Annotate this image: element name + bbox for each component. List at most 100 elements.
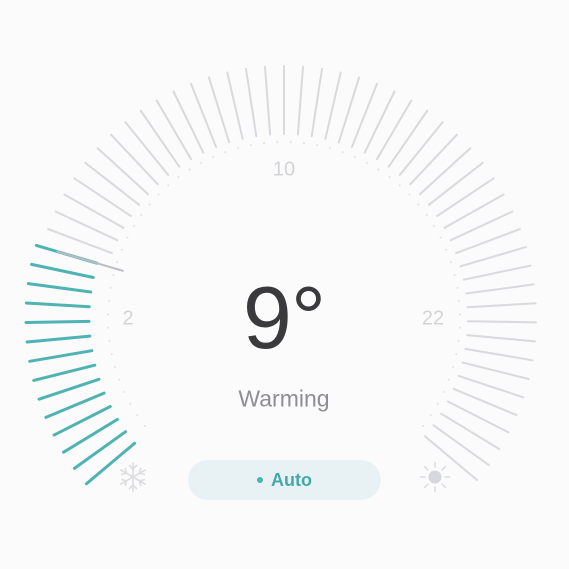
dial-tick <box>398 121 444 176</box>
mode-dot-icon <box>257 477 263 483</box>
dial-tick <box>409 133 458 186</box>
dial-tick <box>440 412 501 450</box>
dial-minor-dot <box>110 353 113 356</box>
dial-tick <box>310 67 323 138</box>
dial-tick <box>84 161 140 206</box>
dial-tick <box>467 320 537 324</box>
dial-minor-dot <box>157 193 160 196</box>
dial-minor-dot <box>107 313 109 316</box>
dial-tick-active <box>26 282 93 294</box>
snowflake-icon[interactable] <box>116 460 150 494</box>
dial-tick <box>296 65 304 136</box>
dial-minor-dot <box>123 390 126 393</box>
dial-tick <box>96 147 149 196</box>
dial-tick <box>245 67 258 138</box>
dial-tick <box>465 283 535 295</box>
dial-minor-dot <box>120 248 123 251</box>
dial-minor-dot <box>249 144 252 147</box>
sun-ray <box>423 465 429 471</box>
dial-tick <box>428 161 484 206</box>
dial-minor-dot <box>408 193 411 196</box>
dial-minor-dot <box>449 261 452 264</box>
dial-tick <box>446 400 510 434</box>
dial-minor-dot <box>129 402 132 405</box>
dial-minor-dot <box>237 147 239 150</box>
dial-tick-active <box>24 319 91 324</box>
sun-ray <box>441 483 447 489</box>
dial-minor-dot <box>316 144 319 147</box>
dial-minor-dot <box>199 161 202 164</box>
status-text: Warming <box>238 385 330 412</box>
dial-minor-dot <box>136 414 139 417</box>
dial-minor-dot <box>289 141 292 144</box>
dial-tick-active <box>28 349 94 363</box>
dial-minor-dot <box>263 142 266 145</box>
dial-minor-dot <box>422 425 424 427</box>
dial-minor-dot <box>456 286 459 289</box>
dial-minor-dot <box>459 313 461 316</box>
dial-minor-dot <box>455 353 458 356</box>
scale-label-high: 22 <box>421 307 445 330</box>
dial-minor-dot <box>377 168 380 171</box>
dial-minor-dot <box>442 390 445 393</box>
dial-minor-dot <box>188 168 191 171</box>
dial-tick-active <box>32 363 97 382</box>
dial-minor-dot <box>354 156 357 158</box>
dial-minor-dot <box>457 340 460 342</box>
dial-tick <box>466 302 537 309</box>
dial-minor-dot <box>366 161 369 164</box>
dial-minor-dot <box>458 300 461 303</box>
dial-tick <box>466 334 536 343</box>
mode-label: Auto <box>271 469 312 490</box>
dial-tick <box>226 71 244 140</box>
dial-tick <box>110 133 159 186</box>
dial-tick <box>73 177 132 217</box>
dial-minor-dot <box>118 378 121 381</box>
dial-tick <box>337 76 361 144</box>
dial-minor-dot <box>112 273 115 276</box>
dial-tick-active <box>24 301 91 309</box>
dial-minor-dot <box>132 225 135 227</box>
dial-minor-dot <box>109 286 112 289</box>
dial-tick <box>324 71 342 140</box>
dial-minor-dot <box>107 326 110 329</box>
dial-tick <box>432 424 490 466</box>
dial-tick <box>363 90 396 154</box>
dial-tick <box>207 76 231 144</box>
dial-tick <box>172 90 205 154</box>
dial-minor-dot <box>177 176 180 179</box>
dial-tick <box>139 109 181 168</box>
dial-minor-dot <box>447 378 450 381</box>
dial-minor-dot <box>108 340 111 342</box>
dial-minor-dot <box>329 147 331 150</box>
dial-tick <box>463 264 532 281</box>
dial-tick <box>459 246 527 268</box>
dial-minor-dot <box>211 156 214 158</box>
scale-label-mid: 10 <box>272 158 296 181</box>
dial-minor-dot <box>126 236 129 239</box>
dial-minor-dot <box>107 300 110 303</box>
dial-minor-dot <box>436 402 439 405</box>
dial-tick-active <box>25 334 92 344</box>
dial-tick <box>461 361 530 380</box>
dial-minor-dot <box>167 184 170 187</box>
dial-tick <box>436 177 495 217</box>
dial-tick <box>464 347 534 362</box>
dial-tick <box>350 82 378 148</box>
dial-minor-dot <box>458 326 461 329</box>
dial-tick <box>387 109 429 168</box>
dial-tick <box>124 121 170 176</box>
mode-button[interactable]: Auto <box>188 460 381 500</box>
setpoint-handle[interactable] <box>56 250 124 272</box>
dial-minor-dot <box>429 414 432 417</box>
scale-label-low: 2 <box>122 307 134 330</box>
dial-minor-dot <box>433 225 436 227</box>
dial-tick <box>63 193 125 229</box>
sun-ray <box>423 483 429 489</box>
dial-minor-dot <box>439 236 442 239</box>
dial-minor-dot <box>417 203 420 206</box>
dial-minor-dot <box>148 203 151 206</box>
dial-minor-dot <box>453 273 456 276</box>
dial-tick-active <box>37 377 101 401</box>
sun-icon[interactable] <box>418 460 452 494</box>
